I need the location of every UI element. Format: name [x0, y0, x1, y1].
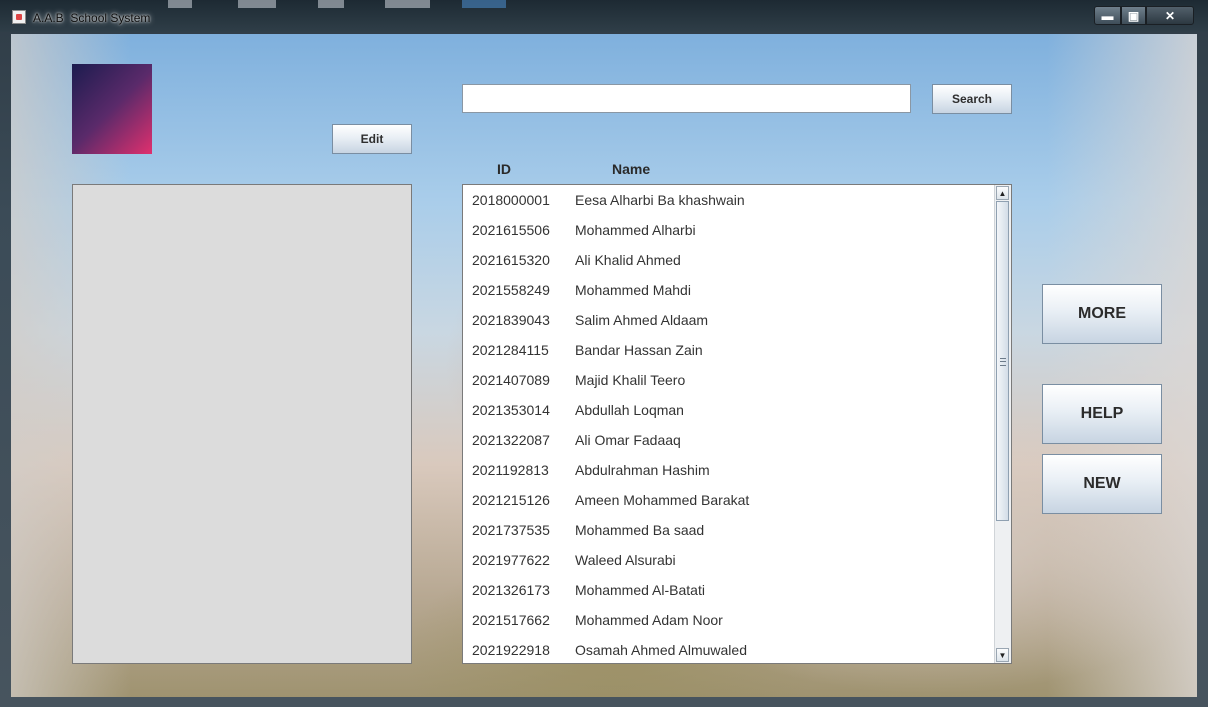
- student-id-cell: 2021407089: [472, 372, 550, 388]
- background-ghost: [385, 0, 430, 8]
- window-title: A.A.B School System: [33, 11, 151, 25]
- table-row[interactable]: 2021517662 Mohammed Adam Noor: [463, 605, 996, 635]
- column-header-id: ID: [497, 161, 511, 177]
- student-name-cell: Abdullah Loqman: [575, 402, 684, 418]
- more-button[interactable]: MORE: [1042, 284, 1162, 344]
- student-name-cell: Salim Ahmed Aldaam: [575, 312, 709, 328]
- table-row[interactable]: 2021922918 Osamah Ahmed Almuwaled: [463, 635, 996, 663]
- table-row[interactable]: 2021407089 Majid Khalil Teero: [463, 365, 996, 395]
- scroll-thumb[interactable]: [996, 201, 1009, 521]
- student-name-cell: Waleed Alsurabi: [575, 552, 676, 568]
- student-id-cell: 2021517662: [472, 612, 550, 628]
- edit-button[interactable]: Edit: [332, 124, 412, 154]
- table-row[interactable]: 2021615320 Ali Khalid Ahmed: [463, 245, 996, 275]
- table-row[interactable]: 2021322087 Ali Omar Fadaaq: [463, 425, 996, 455]
- student-id-cell: 2021922918: [472, 642, 550, 658]
- table-row[interactable]: 2021558249 Mohammed Mahdi: [463, 275, 996, 305]
- scroll-down-arrow-icon[interactable]: ▼: [996, 648, 1009, 662]
- student-name-cell: Mohammed Alharbi: [575, 222, 696, 238]
- student-id-cell: 2021284115: [472, 342, 549, 358]
- student-id-cell: 2021192813: [472, 462, 549, 478]
- student-id-cell: 2021215126: [472, 492, 550, 508]
- background-ghost: [168, 0, 192, 8]
- main-content: Edit Search ID Name 2018000001 Eesa Alhar…: [11, 34, 1197, 697]
- student-id-cell: 2021326173: [472, 582, 550, 598]
- student-name-cell: Abdulrahman Hashim: [575, 462, 710, 478]
- student-id-cell: 2021353014: [472, 402, 550, 418]
- student-name-cell: Mohammed Adam Noor: [575, 612, 723, 628]
- student-id-cell: 2021322087: [472, 432, 550, 448]
- avatar: [72, 64, 152, 154]
- student-id-cell: 2021737535: [472, 522, 550, 538]
- background-ghost: [318, 0, 344, 8]
- table-row[interactable]: 2021192813 Abdulrahman Hashim: [463, 455, 996, 485]
- student-id-cell: 2021615320: [472, 252, 550, 268]
- detail-panel: [72, 184, 412, 664]
- table-row[interactable]: 2021977622 Waleed Alsurabi: [463, 545, 996, 575]
- student-id-cell: 2018000001: [472, 192, 550, 208]
- app-window: A.A.B School System ▬ ▣ ✕ Edit Search ID…: [0, 0, 1208, 707]
- student-id-cell: 2021977622: [472, 552, 550, 568]
- table-row[interactable]: 2021737535 Mohammed Ba saad: [463, 515, 996, 545]
- search-input[interactable]: [462, 84, 911, 113]
- java-cup-icon: [12, 10, 26, 24]
- student-id-cell: 2021839043: [472, 312, 550, 328]
- table-row[interactable]: 2021326173 Mohammed Al-Batati: [463, 575, 996, 605]
- student-name-cell: Bandar Hassan Zain: [575, 342, 703, 358]
- window-controls: ▬ ▣ ✕: [1094, 6, 1194, 25]
- student-name-cell: Mohammed Al-Batati: [575, 582, 705, 598]
- table-row[interactable]: 2021284115 Bandar Hassan Zain: [463, 335, 996, 365]
- minimize-button[interactable]: ▬: [1094, 6, 1121, 25]
- student-name-cell: Mohammed Mahdi: [575, 282, 691, 298]
- student-name-cell: Osamah Ahmed Almuwaled: [575, 642, 747, 658]
- table-row[interactable]: 2021353014 Abdullah Loqman: [463, 395, 996, 425]
- table-row[interactable]: 2021615506 Mohammed Alharbi: [463, 215, 996, 245]
- student-list[interactable]: 2018000001 Eesa Alharbi Ba khashwain 20216…: [462, 184, 1012, 664]
- title-bar[interactable]: A.A.B School System ▬ ▣ ✕: [0, 0, 1208, 32]
- close-button[interactable]: ✕: [1146, 6, 1194, 25]
- student-id-cell: 2021558249: [472, 282, 550, 298]
- student-name-cell: Ali Khalid Ahmed: [575, 252, 681, 268]
- student-name-cell: Ali Omar Fadaaq: [575, 432, 681, 448]
- scroll-up-arrow-icon[interactable]: ▲: [996, 186, 1009, 200]
- help-button[interactable]: HELP: [1042, 384, 1162, 444]
- table-row[interactable]: 2018000001 Eesa Alharbi Ba khashwain: [463, 185, 996, 215]
- table-row[interactable]: 2021215126 Ameen Mohammed Barakat: [463, 485, 996, 515]
- student-name-cell: Majid Khalil Teero: [575, 372, 686, 388]
- background-ghost: [238, 0, 276, 8]
- background-ghost: [462, 0, 506, 8]
- student-rows: 2018000001 Eesa Alharbi Ba khashwain 20216…: [463, 185, 996, 663]
- student-name-cell: Eesa Alharbi Ba khashwain: [575, 192, 745, 208]
- student-id-cell: 2021615506: [472, 222, 550, 238]
- table-row[interactable]: 2021839043 Salim Ahmed Aldaam: [463, 305, 996, 335]
- new-button[interactable]: NEW: [1042, 454, 1162, 514]
- vertical-scrollbar[interactable]: ▲ ▼: [994, 185, 1011, 663]
- search-button[interactable]: Search: [932, 84, 1012, 114]
- student-name-cell: Mohammed Ba saad: [575, 522, 705, 538]
- column-header-name: Name: [612, 161, 651, 177]
- student-name-cell: Ameen Mohammed Barakat: [575, 492, 750, 508]
- grip-icon: [1000, 358, 1006, 366]
- maximize-button[interactable]: ▣: [1121, 6, 1146, 25]
